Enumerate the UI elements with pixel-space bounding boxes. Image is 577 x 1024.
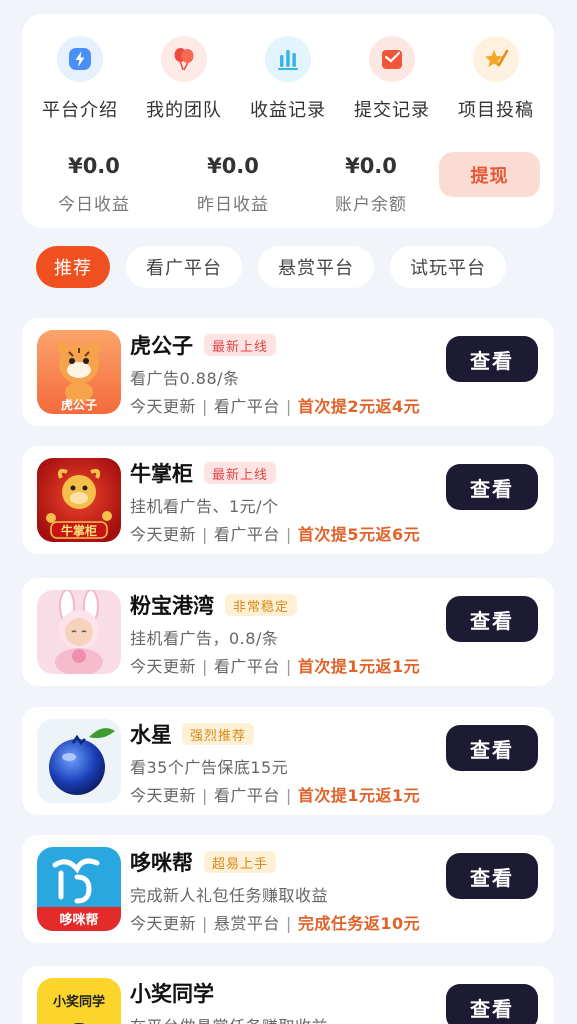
withdraw-button[interactable]: 提现: [439, 152, 540, 197]
app-description: 在平台做悬赏任务赚取收益: [130, 1013, 328, 1024]
app-name: 哆咪帮: [130, 851, 193, 875]
quick-menu-label: 平台介绍: [42, 100, 118, 121]
svg-text:虎公子: 虎公子: [61, 397, 97, 412]
update-text: 今天更新: [130, 657, 197, 676]
view-button[interactable]: 查看: [446, 853, 538, 899]
view-button[interactable]: 查看: [446, 336, 538, 382]
tab-bounty-platform[interactable]: 悬赏平台: [258, 246, 374, 288]
stat-label: 账户余额: [335, 195, 407, 215]
balloons-icon: [161, 36, 207, 82]
app-description: 看广告0.88/条: [130, 369, 240, 388]
platform-type: 看广平台: [213, 397, 280, 416]
stat-today: ¥0.0 今日收益: [24, 154, 164, 215]
quick-menu-earnings-record[interactable]: 收益记录: [236, 36, 340, 122]
app-meta: 今天更新 | 看广平台 | 首次提5元返6元: [130, 525, 421, 544]
status-badge: 超易上手: [204, 851, 277, 873]
stat-label: 昨日收益: [197, 195, 269, 215]
platform-type: 看广平台: [213, 525, 280, 544]
app-icon-duomibang: 哆咪帮: [37, 847, 121, 931]
view-button[interactable]: 查看: [446, 464, 538, 510]
stat-label: 今日收益: [58, 195, 130, 215]
svg-text:小奖同学: 小奖同学: [53, 994, 105, 1010]
svg-text:哆咪帮: 哆咪帮: [59, 912, 98, 928]
app-description: 完成新人礼包任务赚取收益: [130, 886, 329, 905]
update-text: 今天更新: [130, 525, 197, 544]
update-text: 今天更新: [130, 786, 197, 805]
status-badge: 非常稳定: [225, 594, 298, 616]
app-meta: 今天更新 | 看广平台 | 首次提1元返1元: [130, 657, 421, 676]
promo-text: 完成任务返10元: [297, 914, 421, 933]
app-meta: 今天更新 | 看广平台 | 首次提2元返4元: [130, 397, 421, 416]
app-meta: 今天更新 | 悬赏平台 | 完成任务返10元: [130, 914, 421, 933]
quick-menu-label: 项目投稿: [458, 100, 534, 121]
app-name: 牛掌柜: [130, 462, 193, 486]
app-description: 挂机看广告、1元/个: [130, 497, 279, 516]
promo-text: 首次提1元返1元: [297, 657, 421, 676]
list-item[interactable]: 小奖同学 小奖同学 在平台做悬赏任务赚取收益 查看: [22, 966, 554, 1024]
bar-chart-icon: [265, 36, 311, 82]
update-text: 今天更新: [130, 914, 197, 933]
app-name: 粉宝港湾: [130, 594, 214, 618]
app-description: 挂机看广告，0.8/条: [130, 629, 279, 648]
app-name: 小奖同学: [130, 982, 214, 1006]
quick-menu-label: 收益记录: [250, 100, 326, 121]
view-button[interactable]: 查看: [446, 596, 538, 642]
list-item[interactable]: 粉宝港湾 非常稳定 挂机看广告，0.8/条 今天更新 | 看广平台 | 首次提1元返1元…: [22, 578, 554, 686]
platform-type: 看广平台: [213, 657, 280, 676]
status-badge: 强烈推荐: [182, 723, 255, 745]
view-button[interactable]: 查看: [446, 984, 538, 1024]
tab-ad-platform[interactable]: 看广平台: [126, 246, 242, 288]
status-badge: 最新上线: [204, 334, 277, 356]
quick-menu: 平台介绍 我的团队 收益记录 提交记录 项目投稿: [22, 36, 554, 122]
status-badge: 最新上线: [204, 462, 277, 484]
promo-text: 首次提5元返6元: [297, 525, 421, 544]
quick-menu-my-team[interactable]: 我的团队: [132, 36, 236, 122]
tab-trial-platform[interactable]: 试玩平台: [390, 246, 506, 288]
stat-balance: ¥0.0 账户余额: [301, 154, 441, 215]
promo-text: 首次提1元返1元: [297, 786, 421, 805]
lightning-icon: [57, 36, 103, 82]
platform-type: 看广平台: [213, 786, 280, 805]
app-icon-xiaojiang: 小奖同学: [37, 978, 121, 1024]
app-name: 水星: [130, 723, 172, 747]
app-icon-ox: 牛掌柜: [37, 458, 121, 542]
list-item[interactable]: 哆咪帮 哆咪帮 超易上手 完成新人礼包任务赚取收益 今天更新 | 悬赏平台 | 完成任务…: [22, 835, 554, 943]
list-item[interactable]: 牛掌柜 牛掌柜 最新上线 挂机看广告、1元/个 今天更新 | 看广平台 | 首次提5元返…: [22, 446, 554, 554]
quick-menu-platform-intro[interactable]: 平台介绍: [28, 36, 132, 122]
tab-recommend[interactable]: 推荐: [36, 246, 110, 288]
update-text: 今天更新: [130, 397, 197, 416]
stat-yesterday: ¥0.0 昨日收益: [163, 154, 303, 215]
envelope-icon: [369, 36, 415, 82]
platform-type: 悬赏平台: [213, 914, 280, 933]
app-icon-blueberry: [37, 719, 121, 803]
stat-value: ¥0.0: [345, 154, 397, 178]
app-icon-pink-bunny: [37, 590, 121, 674]
quick-menu-label: 提交记录: [354, 100, 430, 121]
stat-value: ¥0.0: [68, 154, 120, 178]
star-pen-icon: [473, 36, 519, 82]
app-description: 看35个广告保底15元: [130, 758, 289, 777]
app-icon-tiger: 虎公子: [37, 330, 121, 414]
quick-menu-submission-record[interactable]: 提交记录: [340, 36, 444, 122]
view-button[interactable]: 查看: [446, 725, 538, 771]
summary-card: 平台介绍 我的团队 收益记录 提交记录 项目投稿 ¥0.0 今日收益 ¥0.0 …: [22, 14, 554, 228]
category-tabs: 推荐 看广平台 悬赏平台 试玩平台: [36, 246, 522, 288]
list-item[interactable]: 水星 强烈推荐 看35个广告保底15元 今天更新 | 看广平台 | 首次提1元返1元 查…: [22, 707, 554, 815]
promo-text: 首次提2元返4元: [297, 397, 421, 416]
app-meta: 今天更新 | 看广平台 | 首次提1元返1元: [130, 786, 421, 805]
app-name: 虎公子: [130, 334, 193, 358]
list-item[interactable]: 虎公子 虎公子 最新上线 看广告0.88/条 今天更新 | 看广平台 | 首次提2元返4…: [22, 318, 554, 426]
quick-menu-project-submit[interactable]: 项目投稿: [444, 36, 548, 122]
quick-menu-label: 我的团队: [146, 100, 222, 121]
stat-value: ¥0.0: [207, 154, 259, 178]
svg-text:牛掌柜: 牛掌柜: [61, 523, 97, 538]
